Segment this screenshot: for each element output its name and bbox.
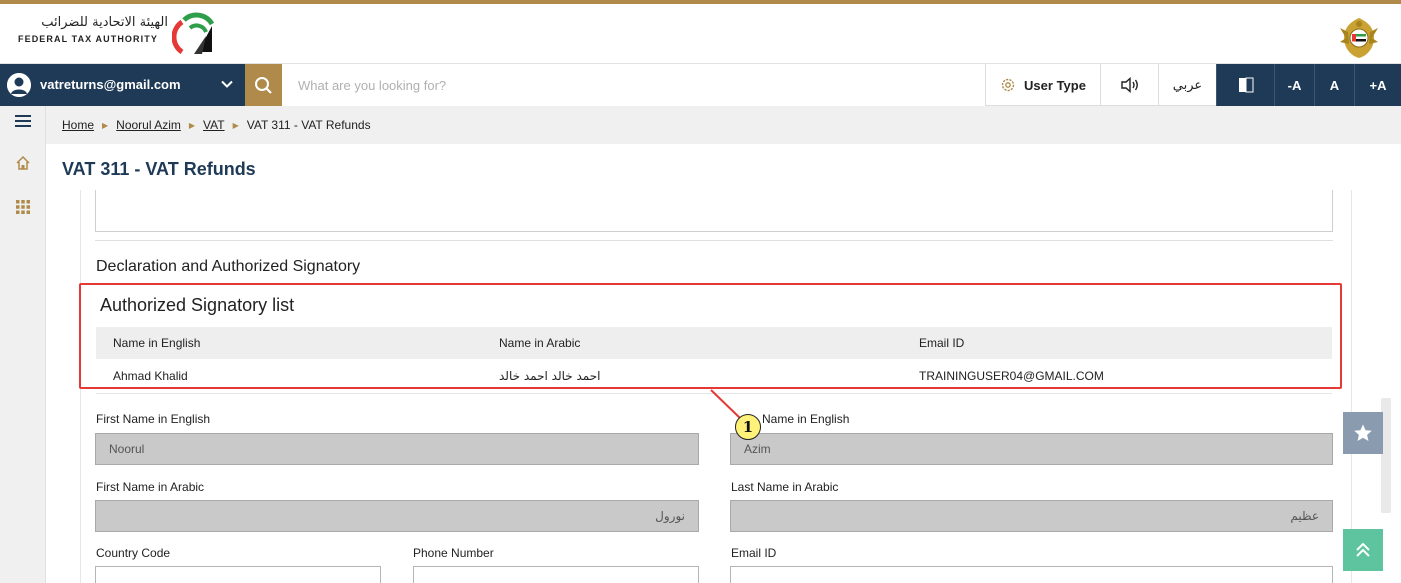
phone-number-field[interactable] — [413, 566, 699, 583]
speaker-icon — [1120, 77, 1138, 93]
search-input[interactable] — [282, 64, 985, 106]
left-sidebar — [0, 106, 46, 583]
double-chevron-up-icon — [1356, 542, 1370, 557]
user-menu[interactable]: vatreturns@gmail.com — [0, 64, 245, 106]
column-header-name-english: Name in English — [96, 327, 499, 359]
user-type-label: User Type — [1024, 77, 1086, 93]
contrast-icon — [1238, 77, 1253, 93]
contrast-toggle-button[interactable] — [1216, 64, 1274, 106]
declaration-section-title: Declaration and Authorized Signatory — [96, 258, 361, 275]
section-divider — [95, 240, 1333, 241]
breadcrumb-separator-icon: ▶ — [102, 120, 109, 130]
breadcrumb-bar: Home ▶ Noorul Azim ▶ VAT ▶ VAT 311 - VAT… — [46, 106, 1401, 144]
signatory-table: Name in English Name in Arabic Email ID … — [96, 327, 1332, 394]
gear-icon — [1001, 78, 1015, 92]
increase-font-button[interactable]: +A — [1354, 64, 1401, 106]
country-code-label: Country Code — [96, 546, 171, 560]
table-row[interactable]: Ahmad Khalid احمد خالد احمد خالد TRAININ… — [96, 359, 1332, 394]
sidebar-apps-button[interactable] — [0, 192, 46, 222]
country-code-field[interactable] — [95, 566, 381, 583]
first-name-english-field[interactable]: Noorul — [95, 433, 699, 465]
chevron-down-icon[interactable] — [220, 77, 234, 91]
hamburger-menu-icon — [15, 115, 31, 127]
favorite-button[interactable] — [1343, 412, 1383, 454]
last-name-arabic-label: Last Name in Arabic — [731, 480, 839, 494]
fta-logo-icon[interactable] — [172, 12, 220, 60]
search-icon — [255, 77, 272, 94]
signatory-list-title: Authorized Signatory list — [100, 295, 295, 315]
user-avatar-icon — [7, 73, 31, 97]
menu-toggle-button[interactable] — [0, 106, 46, 136]
email-id-field[interactable] — [730, 566, 1333, 583]
page-title: VAT 311 - VAT Refunds — [62, 159, 256, 179]
column-header-email: Email ID — [919, 327, 1332, 359]
last-name-arabic-field[interactable]: عظيم — [730, 500, 1333, 532]
first-name-english-label: First Name in English — [96, 412, 211, 426]
sidebar-home-button[interactable] — [0, 148, 46, 178]
site-header: الهيئة الاتحادية للضرائب FEDERAL TAX AUT… — [0, 4, 1401, 64]
breadcrumb-current: VAT 311 - VAT Refunds — [246, 118, 371, 132]
user-type-button[interactable]: User Type — [985, 64, 1100, 106]
email-id-label: Email ID — [731, 546, 777, 560]
breadcrumb-vat-link[interactable]: VAT — [203, 118, 225, 132]
phone-number-label: Phone Number — [413, 546, 494, 560]
cell-email: TRAININGUSER04@GMAIL.COM — [919, 359, 1332, 394]
last-name-english-label: Name in English — [762, 412, 850, 426]
breadcrumb-separator-icon: ▶ — [188, 120, 196, 130]
last-name-english-field[interactable]: Azim — [730, 433, 1333, 465]
logo-english-text: FEDERAL TAX AUTHORITY — [18, 34, 158, 44]
user-email: vatreturns@gmail.com — [40, 77, 181, 92]
breadcrumb: Home ▶ Noorul Azim ▶ VAT ▶ VAT 311 - VAT… — [62, 118, 371, 132]
uae-emblem-icon — [1340, 18, 1378, 58]
cell-name-english: Ahmad Khalid — [96, 359, 499, 394]
scroll-to-top-button[interactable] — [1343, 529, 1383, 571]
decrease-font-button[interactable]: -A — [1274, 64, 1314, 106]
star-icon — [1354, 424, 1372, 441]
normal-font-button[interactable]: A — [1314, 64, 1354, 106]
text-to-speech-button[interactable] — [1100, 64, 1158, 106]
first-name-arabic-label: First Name in Arabic — [96, 480, 205, 494]
search-button[interactable] — [245, 64, 282, 106]
home-icon — [16, 155, 30, 170]
cell-name-arabic: احمد خالد احمد خالد — [499, 359, 919, 394]
grid-icon — [16, 200, 30, 214]
arabic-language-button[interactable]: عربي — [1158, 64, 1216, 106]
top-toolbar: vatreturns@gmail.com User Type عربي -A A — [0, 64, 1401, 106]
table-header-row: Name in English Name in Arabic Email ID — [96, 327, 1332, 359]
annotation-marker: 1 — [735, 414, 761, 440]
first-name-arabic-field[interactable]: نورول — [95, 500, 699, 532]
breadcrumb-user-link[interactable]: Noorul Azim — [116, 118, 181, 132]
previous-textarea-field[interactable] — [95, 190, 1333, 232]
logo-arabic-text: الهيئة الاتحادية للضرائب — [41, 15, 168, 30]
breadcrumb-separator-icon: ▶ — [232, 120, 239, 130]
column-header-name-arabic: Name in Arabic — [499, 327, 919, 359]
breadcrumb-home-link[interactable]: Home — [62, 118, 94, 132]
